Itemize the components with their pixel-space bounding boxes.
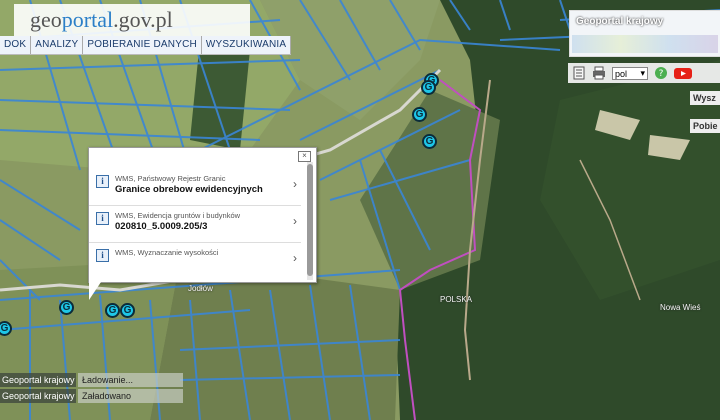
overview-map[interactable]: Geoportal krajowy — [569, 10, 720, 57]
geoportal-marker-icon[interactable]: G — [412, 107, 427, 122]
download-panel-button[interactable]: Pobie — [690, 119, 720, 133]
popup-row-source: WMS, Państwowy Rejestr Granic — [115, 174, 226, 183]
print-icon[interactable] — [592, 66, 606, 80]
info-icon: i — [96, 249, 109, 262]
menu-item-dok[interactable]: DOK — [0, 36, 32, 54]
info-icon: i — [96, 212, 109, 225]
popup-row[interactable]: i WMS, Państwowy Rejestr Granic Granice … — [89, 169, 301, 206]
popup-row-value: 020810_5.0009.205/3 — [115, 221, 208, 232]
toolbar: pol ? — [568, 63, 720, 83]
chevron-right-icon[interactable]: › — [293, 177, 297, 191]
svg-text:?: ? — [659, 69, 664, 79]
popup-row-value: Granice obrebow ewidencyjnych — [115, 184, 263, 195]
map-label-place: Jodłów — [188, 284, 213, 293]
main-menu: DOK ANALIZY POBIERANIE DANYCH WYSZUKIWAN… — [0, 36, 292, 55]
status-line: Geoportal krajowy Ładowanie... — [0, 373, 183, 387]
site-logo[interactable]: geoportal.gov.pl — [14, 4, 250, 36]
popup-row[interactable]: i WMS, Wyznaczanie wysokości › — [89, 243, 301, 279]
help-icon[interactable]: ? — [654, 66, 668, 80]
menu-item-analizy[interactable]: ANALIZY — [31, 36, 84, 54]
geoportal-marker-icon[interactable]: G — [421, 80, 436, 95]
popup-row-source: WMS, Wyznaczanie wysokości — [115, 248, 219, 257]
logo-suffix: .gov.pl — [113, 7, 173, 32]
logo-prefix: geo — [30, 7, 62, 32]
youtube-icon[interactable] — [674, 66, 694, 80]
chevron-right-icon[interactable]: › — [293, 251, 297, 265]
geoportal-marker-icon[interactable]: G — [120, 303, 135, 318]
language-select[interactable]: pol — [612, 66, 648, 80]
status-source: Geoportal krajowy — [0, 373, 76, 387]
popup-row[interactable]: i WMS, Ewidencja gruntów i budynków 0208… — [89, 206, 301, 243]
menu-item-wyszukiwania[interactable]: WYSZUKIWANIA — [201, 36, 292, 54]
feature-info-popup: × i WMS, Państwowy Rejestr Granic Granic… — [88, 147, 317, 300]
logo-brand: portal — [61, 7, 114, 32]
popup-scrollbar[interactable] — [307, 162, 313, 280]
map-label-country: POLSKA — [440, 295, 473, 304]
map-label-village: Nowa Wieś — [660, 303, 701, 312]
document-icon[interactable] — [572, 66, 586, 80]
status-value: Ładowanie... — [78, 373, 183, 387]
status-value: Załadowano — [78, 389, 183, 403]
geoportal-marker-icon[interactable]: G — [59, 300, 74, 315]
overview-map-image[interactable] — [572, 35, 718, 53]
search-panel-button[interactable]: Wysz — [690, 91, 720, 105]
chevron-right-icon[interactable]: › — [293, 214, 297, 228]
scrollbar-thumb[interactable] — [307, 164, 313, 276]
info-icon: i — [96, 175, 109, 188]
close-icon[interactable]: × — [298, 151, 311, 162]
popup-row-source: WMS, Ewidencja gruntów i budynków — [115, 211, 241, 220]
status-line: Geoportal krajowy Załadowano — [0, 389, 183, 403]
geoportal-marker-icon[interactable]: G — [422, 134, 437, 149]
overview-title: Geoportal krajowy — [576, 16, 664, 27]
menu-item-pobieranie-danych[interactable]: POBIERANIE DANYCH — [83, 36, 202, 54]
geoportal-marker-icon[interactable]: G — [105, 303, 120, 318]
status-source: Geoportal krajowy — [0, 389, 76, 403]
